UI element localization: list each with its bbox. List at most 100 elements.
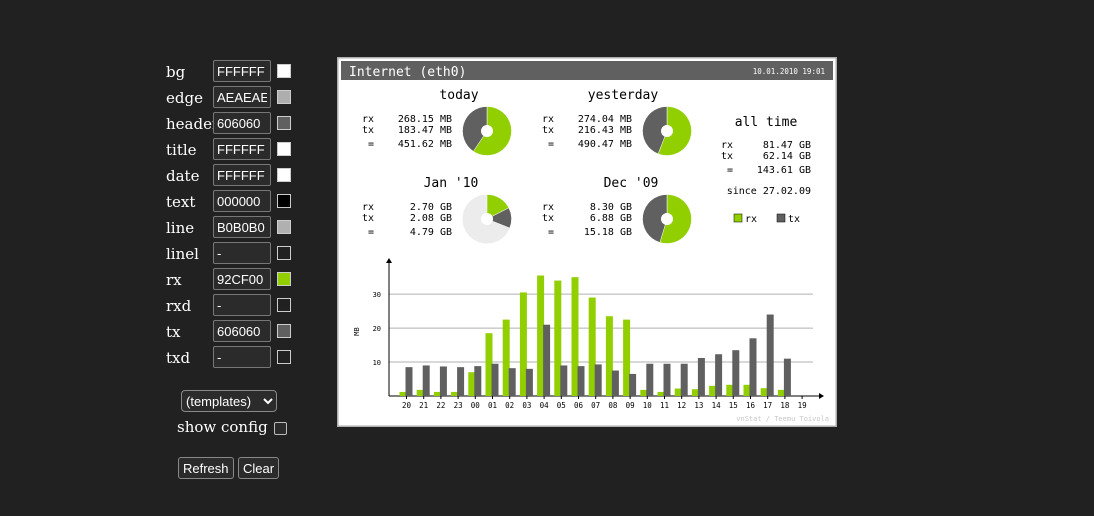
x-tick-label-21: 21 bbox=[419, 401, 428, 410]
legend-rx-swatch bbox=[733, 213, 743, 223]
config-input-txd[interactable] bbox=[213, 346, 271, 368]
config-input-rxd[interactable] bbox=[213, 294, 271, 316]
color-swatch-date bbox=[277, 168, 291, 182]
bar-rx-13 bbox=[691, 389, 699, 396]
summary-month-title: Jan '10 bbox=[424, 176, 479, 191]
clear-button[interactable]: Clear bbox=[238, 457, 280, 479]
bar-tx-18 bbox=[783, 358, 791, 396]
alltime-tx-value: 62.14 GB bbox=[763, 151, 811, 162]
bar-rx-08 bbox=[605, 316, 613, 396]
summary-today-rx-value: 268.15 MB bbox=[398, 114, 452, 125]
config-label-date: date bbox=[166, 167, 200, 185]
color-swatch-edge bbox=[277, 90, 291, 104]
config-input-header[interactable] bbox=[213, 112, 271, 134]
config-input-edge[interactable] bbox=[213, 86, 271, 108]
bar-tx-07 bbox=[594, 364, 602, 396]
summary-prev-month-pie-hole bbox=[661, 213, 673, 225]
summary-prev-month-tx-value: 6.88 GB bbox=[590, 213, 632, 224]
x-tick-label-23: 23 bbox=[454, 401, 463, 410]
summary-today-total-label: = bbox=[368, 139, 374, 150]
x-tick-label-12: 12 bbox=[677, 401, 686, 410]
bar-tx-10 bbox=[646, 363, 654, 396]
bar-rx-17 bbox=[760, 388, 768, 396]
config-row-rx: rx bbox=[166, 268, 306, 292]
config-input-title[interactable] bbox=[213, 138, 271, 160]
bar-rx-18 bbox=[777, 389, 785, 396]
summary-today-total-value: 451.62 MB bbox=[398, 139, 452, 150]
summary-month-tx-value: 2.08 GB bbox=[410, 213, 452, 224]
bar-tx-05 bbox=[560, 365, 568, 396]
bar-rx-00 bbox=[468, 372, 476, 396]
bar-tx-02 bbox=[508, 368, 516, 396]
summary-prev-month-rx-value: 8.30 GB bbox=[590, 202, 632, 213]
config-row-edge: edge bbox=[166, 86, 306, 110]
bar-rx-11 bbox=[657, 391, 665, 396]
summary-month-pie-hole bbox=[481, 213, 493, 225]
x-tick-label-18: 18 bbox=[780, 401, 790, 410]
summary-month-rx-label: rx bbox=[362, 202, 374, 213]
legend-tx-label: tx bbox=[788, 214, 800, 225]
bar-tx-17 bbox=[766, 314, 774, 396]
summary-prev-month-tx-label: tx bbox=[542, 213, 554, 224]
bar-rx-09 bbox=[623, 319, 631, 396]
summary-yesterday-rx-label: rx bbox=[542, 114, 554, 125]
graph-date: 10.01.2010 19:01 bbox=[753, 67, 825, 76]
config-label-header: header bbox=[166, 115, 220, 133]
y-axis-label: MB bbox=[353, 327, 361, 335]
x-tick-label-10: 10 bbox=[643, 401, 653, 410]
config-row-bg: bg bbox=[166, 60, 306, 84]
x-tick-label-09: 09 bbox=[626, 401, 635, 410]
color-swatch-txd bbox=[277, 350, 291, 364]
alltime-rx-value: 81.47 GB bbox=[763, 140, 811, 151]
config-row-txd: txd bbox=[166, 346, 306, 370]
config-row-rxd: rxd bbox=[166, 294, 306, 318]
bar-tx-23 bbox=[457, 367, 465, 396]
summary-prev-month-rx-label: rx bbox=[542, 202, 554, 213]
bar-tx-13 bbox=[697, 357, 705, 396]
show-config-option[interactable]: show config bbox=[177, 418, 287, 436]
summary-month-total-value: 4.79 GB bbox=[410, 227, 452, 238]
config-label-linel: linel bbox=[166, 245, 199, 263]
config-input-bg[interactable] bbox=[213, 60, 271, 82]
bar-tx-20 bbox=[405, 367, 413, 396]
config-input-line[interactable] bbox=[213, 216, 271, 238]
config-label-rxd: rxd bbox=[166, 297, 192, 315]
config-row-date: date bbox=[166, 164, 306, 188]
alltime-tx-label: tx bbox=[721, 151, 733, 162]
bar-tx-08 bbox=[611, 370, 619, 396]
config-row-tx: tx bbox=[166, 320, 306, 344]
bar-tx-04 bbox=[543, 324, 551, 396]
config-row-linel: linel bbox=[166, 242, 306, 266]
summary-yesterday-tx-label: tx bbox=[542, 125, 554, 136]
x-tick-label-20: 20 bbox=[402, 401, 412, 410]
config-label-line: line bbox=[166, 219, 195, 237]
summary-today-tx-value: 183.47 MB bbox=[398, 125, 452, 136]
templates-select[interactable]: (templates) bbox=[181, 390, 277, 412]
summary-yesterday-tx-value: 216.43 MB bbox=[578, 125, 632, 136]
config-input-linel[interactable] bbox=[213, 242, 271, 264]
config-input-rx[interactable] bbox=[213, 268, 271, 290]
config-input-tx[interactable] bbox=[213, 320, 271, 342]
x-tick-label-02: 02 bbox=[505, 401, 514, 410]
config-input-text[interactable] bbox=[213, 190, 271, 212]
color-swatch-linel bbox=[277, 246, 291, 260]
alltime-total-label: = bbox=[727, 165, 733, 176]
x-tick-label-15: 15 bbox=[729, 401, 738, 410]
show-config-checkbox[interactable] bbox=[273, 421, 287, 435]
summary-yesterday-pie-hole bbox=[661, 125, 673, 137]
color-swatch-rx bbox=[277, 272, 291, 286]
legend-rx-label: rx bbox=[745, 214, 757, 225]
summary-prev-month-total-label: = bbox=[548, 227, 554, 238]
x-tick-label-16: 16 bbox=[746, 401, 756, 410]
color-swatch-tx bbox=[277, 324, 291, 338]
color-swatch-bg bbox=[277, 64, 291, 78]
color-swatch-header bbox=[277, 116, 291, 130]
vnstat-graph-image: Internet (eth0) 10.01.2010 19:01 today rx 26… bbox=[337, 57, 837, 427]
config-input-date[interactable] bbox=[213, 164, 271, 186]
summary-month-rx-value: 2.70 GB bbox=[410, 202, 452, 213]
bar-rx-04 bbox=[537, 275, 545, 396]
summary-yesterday-total-label: = bbox=[548, 139, 554, 150]
config-label-bg: bg bbox=[166, 63, 186, 81]
bar-tx-00 bbox=[474, 366, 482, 396]
refresh-button[interactable]: Refresh bbox=[178, 457, 234, 479]
